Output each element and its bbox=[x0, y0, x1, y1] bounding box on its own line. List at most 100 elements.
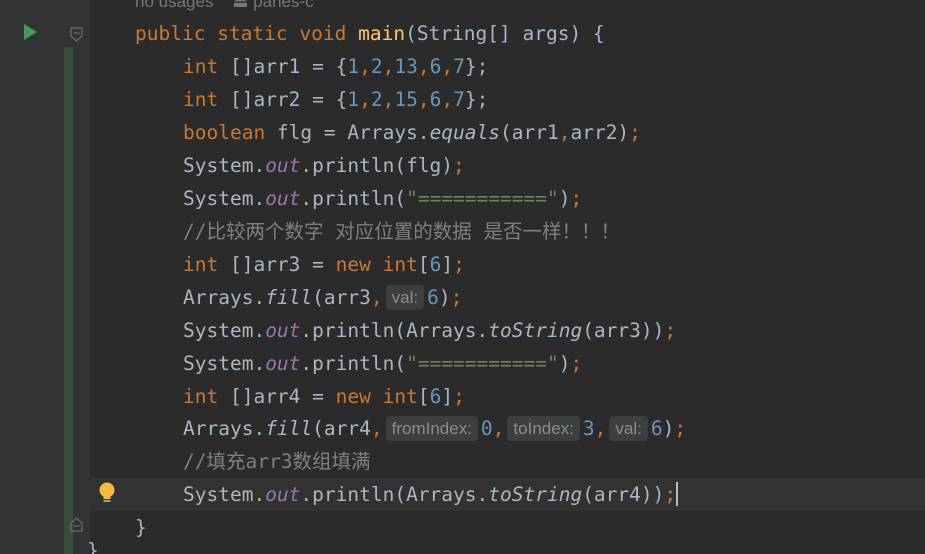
comment: //比较两个数字 对应位置的数据 是否一样！！！ bbox=[183, 220, 620, 243]
code-text: System. bbox=[183, 352, 266, 375]
code-text: .println( bbox=[300, 187, 407, 210]
run-icon[interactable] bbox=[24, 24, 37, 40]
vcs-change-marker[interactable] bbox=[64, 47, 73, 554]
number: 7 bbox=[453, 55, 465, 78]
author-icon: ⏏ bbox=[232, 0, 249, 11]
code-text: (arr4)) bbox=[582, 483, 665, 506]
keyword: int bbox=[183, 55, 219, 78]
code-text: (arr3)) bbox=[582, 319, 665, 342]
code-text: .println(flg) bbox=[300, 154, 454, 177]
lightbulb-icon[interactable] bbox=[97, 481, 117, 505]
fold-end-icon[interactable] bbox=[70, 517, 83, 532]
comment: //填充arr3数组填满 bbox=[183, 450, 371, 473]
semicolon: ; bbox=[664, 483, 677, 506]
parameter-hint[interactable]: toIndex: bbox=[507, 416, 580, 441]
number: 6 bbox=[429, 55, 442, 78]
code-text: .println( bbox=[300, 352, 407, 375]
code-line-main-signature[interactable]: public static void main(String[] args) { bbox=[135, 17, 605, 50]
code-text: System. bbox=[183, 319, 266, 342]
semicolon: ; bbox=[570, 352, 583, 375]
code-text: Arrays. bbox=[183, 417, 266, 440]
number: 2 bbox=[370, 55, 383, 78]
static-field: out bbox=[265, 352, 301, 375]
code-text: arr2) bbox=[570, 121, 630, 144]
text-caret bbox=[676, 482, 679, 506]
keyword: new bbox=[335, 385, 371, 408]
code-line-closing-brace[interactable]: } bbox=[135, 511, 147, 544]
semicolon: ; bbox=[450, 286, 463, 309]
code-text: }; bbox=[464, 55, 489, 78]
usages-inlay-hint[interactable]: no usages ⏏ panes-c bbox=[135, 0, 314, 12]
closing-brace: } bbox=[87, 539, 99, 554]
code-text: }; bbox=[464, 88, 489, 111]
keyword: int bbox=[183, 88, 219, 111]
number: 6 bbox=[650, 417, 663, 440]
code-line-current[interactable]: System.out.println(Arrays.toString(arr4)… bbox=[183, 478, 679, 511]
code-text: []arr4 = bbox=[218, 385, 336, 408]
code-line[interactable]: boolean flg = Arrays.equals(arr1,arr2); bbox=[183, 116, 641, 149]
semicolon: ; bbox=[664, 319, 677, 342]
semicolon: ; bbox=[453, 253, 465, 276]
number: 6 bbox=[429, 385, 442, 408]
usages-count[interactable]: no usages bbox=[135, 0, 213, 11]
editor-gutter[interactable] bbox=[0, 0, 90, 554]
keyword: int bbox=[382, 385, 418, 408]
code-line[interactable]: int []arr3 = new int[6]; bbox=[183, 248, 465, 281]
keyword: int bbox=[183, 385, 219, 408]
number: 6 bbox=[429, 253, 442, 276]
semicolon: ; bbox=[453, 154, 465, 177]
static-method: fill bbox=[265, 417, 313, 440]
code-text: ) bbox=[438, 286, 451, 309]
static-field: out bbox=[265, 187, 301, 210]
static-method: toString bbox=[488, 483, 583, 506]
code-line[interactable]: Arrays.fill(arr4, fromIndex: 0, toIndex: 3, v… bbox=[183, 412, 686, 445]
keyword: int bbox=[183, 253, 219, 276]
code-text: []arr1 = { bbox=[218, 55, 348, 78]
code-text: ] bbox=[441, 385, 454, 408]
number: 0 bbox=[480, 417, 493, 440]
code-line[interactable]: int []arr2 = {1,2,15,6,7}; bbox=[183, 83, 488, 116]
semicolon: ; bbox=[570, 187, 583, 210]
code-text: ] bbox=[441, 253, 454, 276]
code-line[interactable]: System.out.println("==========="); bbox=[183, 347, 582, 380]
number: 15 bbox=[394, 88, 418, 111]
static-field: out bbox=[265, 483, 301, 506]
semicolon: ; bbox=[674, 417, 687, 440]
class-closing-brace[interactable]: } bbox=[87, 541, 99, 554]
code-line[interactable]: System.out.println(flg); bbox=[183, 149, 465, 182]
code-line[interactable]: System.out.println("==========="); bbox=[183, 182, 582, 215]
fold-marker-icon[interactable] bbox=[70, 27, 83, 42]
code-text: (String[] args) { bbox=[405, 22, 605, 45]
parameter-hint[interactable]: val: bbox=[385, 285, 425, 310]
code-line[interactable]: Arrays.fill(arr3, val: 6); bbox=[183, 281, 462, 314]
string-literal: "===========" bbox=[406, 187, 559, 210]
number: 2 bbox=[370, 88, 383, 111]
method-name: main bbox=[358, 22, 406, 45]
code-line-comment[interactable]: //填充arr3数组填满 bbox=[183, 445, 370, 478]
keyword: new bbox=[335, 253, 371, 276]
static-field: out bbox=[265, 154, 301, 177]
code-text: System. bbox=[183, 483, 266, 506]
keyword: public bbox=[135, 22, 206, 45]
parameter-hint[interactable]: fromIndex: bbox=[385, 416, 478, 441]
code-text: ) bbox=[558, 187, 571, 210]
code-text: (arr4 bbox=[312, 417, 371, 440]
keyword: boolean bbox=[183, 121, 266, 144]
parameter-hint[interactable]: val: bbox=[609, 416, 648, 441]
keyword: static bbox=[217, 22, 288, 45]
code-text: ) bbox=[558, 352, 571, 375]
code-text: [ bbox=[417, 253, 430, 276]
code-line[interactable]: int []arr4 = new int[6]; bbox=[183, 380, 465, 413]
closing-brace: } bbox=[135, 516, 147, 539]
code-line[interactable]: System.out.println(Arrays.toString(arr3)… bbox=[183, 314, 676, 347]
code-line-comment[interactable]: //比较两个数字 对应位置的数据 是否一样！！！ bbox=[183, 215, 620, 248]
number: 7 bbox=[453, 88, 465, 111]
semicolon: ; bbox=[629, 121, 641, 144]
number: 1 bbox=[347, 88, 360, 111]
code-line[interactable]: int []arr1 = {1,2,13,6,7}; bbox=[183, 50, 488, 83]
code-text: (arr1 bbox=[500, 121, 559, 144]
number: 6 bbox=[429, 88, 442, 111]
code-text: System. bbox=[183, 154, 266, 177]
code-editor[interactable]: no usages ⏏ panes-c public static void m… bbox=[0, 0, 925, 554]
code-text: ) bbox=[662, 417, 675, 440]
